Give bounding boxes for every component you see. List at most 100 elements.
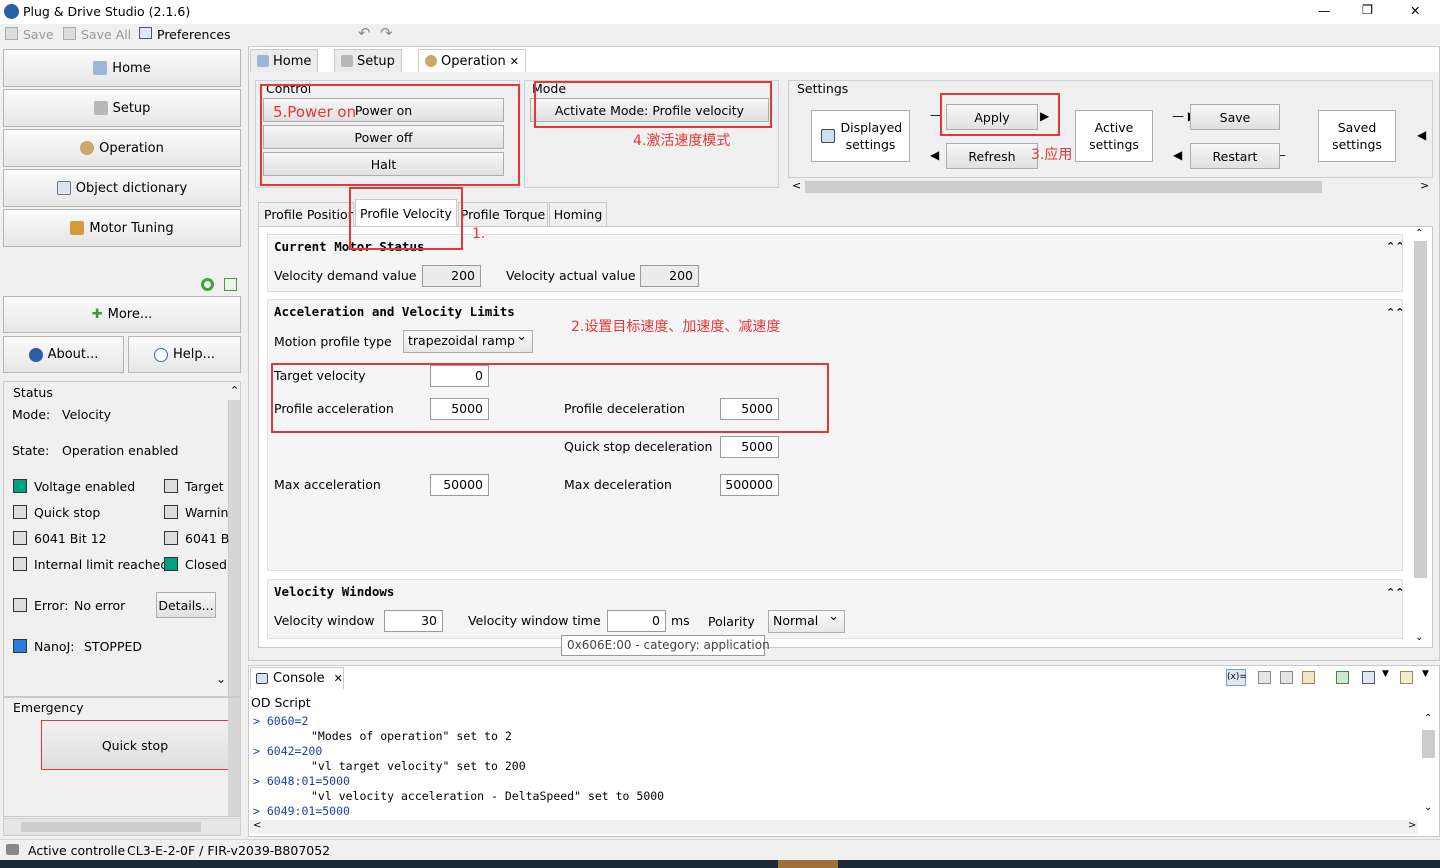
close-button[interactable]: ✕: [1410, 3, 1420, 18]
scroll-left-icon[interactable]: <: [792, 179, 801, 192]
mode-label: Mode:: [12, 407, 51, 422]
mode-value: Velocity: [62, 407, 112, 422]
dropdown-icon[interactable]: ▼: [1382, 669, 1389, 679]
toolbar: Save Save All Preferences ↶ ↷: [0, 24, 1440, 46]
tab-operation[interactable]: Operation ✕: [418, 49, 526, 72]
collapse-icon[interactable]: ⌃⌃: [1386, 306, 1432, 319]
undo-icon[interactable]: ↶: [358, 24, 371, 42]
flag-closed-label: Closed: [185, 557, 227, 572]
export-icon[interactable]: [224, 278, 237, 291]
velocity-window-time-input[interactable]: 0: [607, 610, 666, 632]
scroll-up-icon[interactable]: ⌃: [1424, 713, 1432, 724]
scroll-right-icon[interactable]: >: [1420, 179, 1429, 192]
device-label: CL3-E-2-0F / FIR-v2039-B807052: [127, 843, 331, 858]
quick-stop-deceleration-input[interactable]: 5000: [720, 436, 779, 458]
save-settings-button[interactable]: Save: [1190, 104, 1280, 130]
content-vscrollbar[interactable]: [1414, 241, 1427, 578]
annotation-1: 1.: [472, 226, 486, 242]
save-button[interactable]: Save: [23, 27, 54, 42]
scroll-left-icon[interactable]: <: [253, 820, 261, 831]
flag-voltage-enabled-label: Voltage enabled: [34, 479, 136, 494]
window-time-unit: ms: [671, 613, 690, 628]
details-button[interactable]: Details...: [156, 592, 216, 618]
console-hscrollbar[interactable]: [250, 820, 1418, 834]
nanoj-indicator: [13, 639, 27, 653]
console-msg-line: "vl target velocity" set to 200: [311, 759, 526, 773]
restart-button[interactable]: Restart: [1190, 143, 1280, 169]
error-value: No error: [74, 598, 126, 613]
saved-settings-button[interactable]: Saved settings: [1318, 110, 1396, 162]
polarity-select[interactable]: Normal: [768, 607, 845, 633]
motion-profile-type-select[interactable]: trapezoidal ramp: [403, 327, 533, 353]
flag-internal-limit-indicator: [13, 557, 27, 571]
status-scrollbar[interactable]: [228, 400, 240, 696]
console-subtitle: OD Script: [251, 695, 311, 710]
redo-icon[interactable]: ↷: [380, 24, 393, 42]
dropdown-icon[interactable]: ▼: [1422, 669, 1429, 679]
velocity-actual-field: 200: [640, 265, 699, 287]
nav-setup-button[interactable]: Setup: [3, 89, 241, 127]
scroll-down-icon[interactable]: ⌄: [1424, 802, 1432, 813]
scroll-lock-icon[interactable]: [1280, 671, 1293, 684]
settings-hscrollbar[interactable]: [805, 181, 1322, 193]
nav-home-button[interactable]: Home: [3, 49, 241, 87]
nav-operation-button[interactable]: Operation: [3, 129, 241, 167]
nav-motor-tuning-button[interactable]: Motor Tuning: [3, 209, 241, 247]
emergency-scrollbar[interactable]: [228, 698, 240, 816]
pin-console-icon[interactable]: [1336, 671, 1349, 684]
setup-icon: [93, 101, 108, 115]
about-button[interactable]: About...: [3, 336, 124, 373]
new-console-icon[interactable]: [1400, 671, 1413, 684]
collapse-icon[interactable]: ⌃⌃: [1386, 240, 1432, 253]
close-tab-icon[interactable]: ✕: [334, 672, 343, 685]
collapse-icon[interactable]: ⌃⌃: [1386, 586, 1432, 599]
close-tab-icon[interactable]: ✕: [510, 55, 519, 68]
active-settings-button[interactable]: Active settings: [1075, 110, 1153, 162]
variables-icon[interactable]: (x)=: [1226, 669, 1247, 686]
max-acceleration-input[interactable]: 50000: [430, 474, 489, 496]
display-console-icon[interactable]: [1362, 671, 1375, 684]
console-vscrollbar[interactable]: [1422, 730, 1435, 758]
wrench-icon: [70, 221, 85, 235]
max-deceleration-input[interactable]: 500000: [720, 474, 779, 496]
status-collapse-icon[interactable]: ⌃: [230, 384, 239, 397]
maximize-button[interactable]: ❐: [1362, 2, 1373, 17]
emergency-panel: Emergency Quick stop: [3, 697, 241, 817]
console-tab[interactable]: Console ✕: [250, 667, 344, 689]
tab-profile-position[interactable]: Profile Position: [258, 202, 354, 226]
displayed-settings-button[interactable]: Displayed settings: [811, 110, 910, 162]
word-wrap-icon[interactable]: [1302, 671, 1315, 684]
status-expand-icon[interactable]: ⌄: [216, 672, 226, 686]
velocity-window-input[interactable]: 30: [384, 610, 443, 632]
refresh-button[interactable]: Refresh: [946, 143, 1038, 169]
preferences-button[interactable]: Preferences: [157, 27, 231, 42]
polarity-label: Polarity: [708, 614, 755, 629]
save-all-button[interactable]: Save All: [81, 27, 131, 42]
left-hscroll-thumb[interactable]: [21, 822, 201, 832]
max-acceleration-label: Max acceleration: [274, 477, 381, 492]
refresh-icon[interactable]: [201, 278, 214, 291]
minimize-button[interactable]: —: [1318, 3, 1331, 18]
nav-more-button[interactable]: ✚ More...: [3, 296, 241, 333]
taskbar: [0, 860, 1440, 868]
tab-setup[interactable]: Setup: [334, 49, 402, 72]
window-title: Plug & Drive Studio (2.1.6): [23, 4, 191, 19]
error-label: Error:: [34, 598, 69, 613]
flag-closed-indicator: [164, 557, 178, 571]
scroll-up-icon[interactable]: ⌃: [1415, 228, 1423, 239]
scroll-down-icon[interactable]: ⌄: [1415, 632, 1423, 643]
quick-stop-button[interactable]: Quick stop: [41, 720, 229, 770]
clear-console-icon[interactable]: [1258, 671, 1271, 684]
tab-homing[interactable]: Homing: [549, 202, 607, 226]
scroll-right-icon[interactable]: >: [1408, 820, 1416, 831]
help-button[interactable]: Help...: [128, 336, 241, 373]
controller-icon: [6, 844, 19, 855]
velocity-windows-title: Velocity Windows: [274, 584, 395, 599]
flag-6041b-label: 6041 B: [185, 531, 230, 546]
tab-home[interactable]: Home: [250, 49, 319, 72]
app-logo-icon: [4, 4, 19, 19]
tab-profile-torque[interactable]: Profile Torque: [458, 202, 548, 226]
velocity-window-time-label: Velocity window time: [468, 613, 601, 628]
nav-object-dictionary-button[interactable]: Object dictionary: [3, 169, 241, 207]
console-toolbar: (x)= ▼ ▼: [1226, 669, 1436, 687]
